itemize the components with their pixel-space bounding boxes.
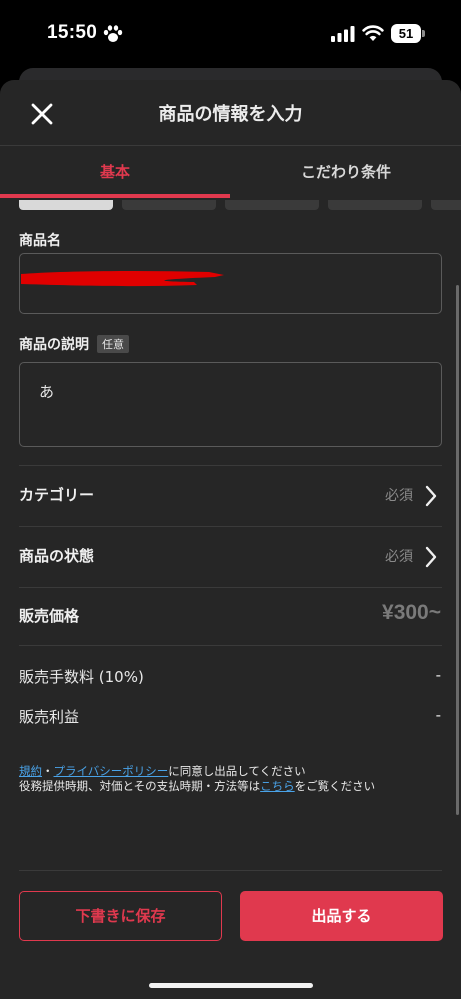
product-form-sheet: 商品の情報を入力 基本 こだわり条件 商品名 商品の説明 任意 あ カテゴリー 必… (0, 80, 461, 999)
divider (19, 645, 442, 646)
price-label: 販売価格 (19, 607, 80, 625)
terms-link[interactable]: 規約 (19, 764, 42, 778)
scrollbar[interactable] (456, 285, 459, 815)
condition-required: 必須 (385, 549, 413, 565)
price-input[interactable]: ¥300~ (382, 601, 441, 625)
details-link[interactable]: こちら (260, 779, 295, 793)
tab-basic[interactable]: 基本 (0, 146, 230, 200)
list-item-button[interactable]: 出品する (240, 891, 443, 941)
page-title: 商品の情報を入力 (158, 104, 303, 125)
active-tab-indicator (0, 194, 230, 198)
condition-label: 商品の状態 (19, 547, 95, 565)
terms-text-2: 役務提供時期、対価とその支払時期・方法等は (19, 779, 261, 793)
footer-divider (19, 870, 442, 871)
condition-row[interactable]: 商品の状態 必須 (0, 527, 461, 587)
battery-level: 51 (391, 24, 421, 43)
photo-thumbnail[interactable] (19, 200, 113, 210)
status-bar: 15:50 51 (0, 0, 461, 70)
battery-tip (422, 30, 425, 37)
profit-value: - (435, 706, 441, 724)
photo-slot[interactable] (328, 200, 422, 210)
terms-line-1: 規約・プライバシーポリシーに同意し出品してください (19, 764, 442, 779)
profit-row: 販売利益 - (0, 702, 461, 732)
terms-separator: ・ (42, 764, 54, 778)
photo-slot[interactable] (225, 200, 319, 210)
price-row[interactable]: 販売価格 ¥300~ (0, 587, 461, 647)
photo-strip (0, 200, 461, 210)
redaction-mark (21, 270, 224, 287)
product-description-input[interactable]: あ (19, 362, 442, 447)
category-label: カテゴリー (19, 486, 95, 504)
photo-slot[interactable] (122, 200, 216, 210)
paw-icon (103, 25, 123, 42)
fee-label: 販売手数料 (10%) (19, 668, 144, 686)
category-row[interactable]: カテゴリー 必須 (0, 466, 461, 526)
terms-text-3: をご覧ください (294, 779, 376, 793)
category-required: 必須 (385, 488, 413, 504)
fee-row: 販売手数料 (10%) - (0, 662, 461, 692)
status-time: 15:50 (47, 22, 98, 43)
privacy-policy-link[interactable]: プライバシーポリシー (54, 764, 169, 778)
sheet-header: 商品の情報を入力 (0, 80, 461, 146)
tab-bar: 基本 こだわり条件 (0, 146, 461, 200)
optional-badge: 任意 (97, 335, 129, 353)
chevron-right-icon (425, 485, 437, 507)
tab-detailed-conditions[interactable]: こだわり条件 (231, 146, 461, 200)
terms-text-1: に同意し出品してください (168, 764, 306, 778)
wifi-icon (362, 25, 384, 41)
terms-notice: 規約・プライバシーポリシーに同意し出品してください 役務提供時期、対価とその支払… (19, 764, 442, 794)
product-description-label-text: 商品の説明 (19, 337, 89, 353)
product-name-label: 商品名 (19, 233, 61, 249)
profit-label: 販売利益 (19, 708, 80, 726)
cellular-signal-icon (331, 26, 355, 42)
product-name-input[interactable] (19, 253, 442, 314)
chevron-right-icon (425, 546, 437, 568)
product-description-label: 商品の説明 任意 (19, 334, 129, 354)
home-indicator[interactable] (149, 983, 313, 988)
battery-icon: 51 (391, 24, 425, 43)
product-description-value: あ (39, 383, 55, 401)
photo-slot[interactable] (431, 200, 461, 210)
fee-value: - (435, 666, 441, 684)
terms-line-2: 役務提供時期、対価とその支払時期・方法等はこちらをご覧ください (19, 779, 442, 794)
save-draft-button[interactable]: 下書きに保存 (19, 891, 222, 941)
